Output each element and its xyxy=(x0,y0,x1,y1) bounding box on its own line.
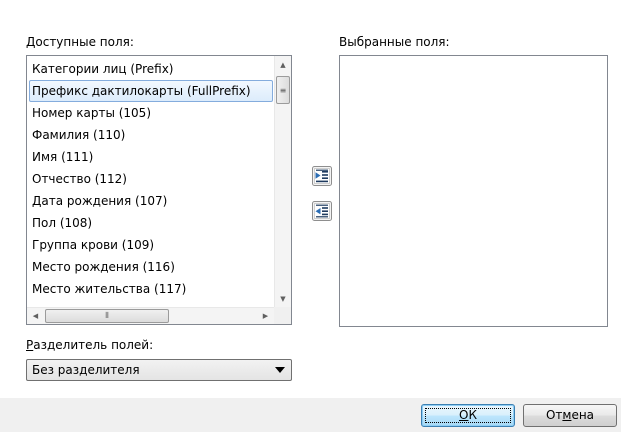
separator-dropdown-value: Без разделителя xyxy=(32,363,140,377)
list-item[interactable]: Имя (111) xyxy=(27,146,273,168)
vertical-scrollbar[interactable]: ▲ ≡ ▼ xyxy=(274,56,291,307)
scroll-down-icon[interactable]: ▼ xyxy=(275,290,291,307)
chevron-down-icon[interactable] xyxy=(275,367,285,373)
available-fields-items: Категории лиц (Prefix) Префикс дактилокар… xyxy=(27,58,273,306)
ok-button-rest: К xyxy=(468,408,477,422)
remove-field-button[interactable] xyxy=(311,200,333,222)
selected-fields-label: Выбранные поля: xyxy=(339,35,450,49)
list-item[interactable]: Пол (108) xyxy=(27,212,273,234)
cancel-button[interactable]: Отмена xyxy=(523,404,617,427)
add-field-icon xyxy=(312,166,332,186)
cancel-button-post: ена xyxy=(571,408,595,422)
list-item[interactable]: Место рождения (116) xyxy=(27,256,273,278)
available-fields-list[interactable]: Категории лиц (Prefix) Префикс дактилокар… xyxy=(26,55,292,325)
available-fields-label: Доступные поля: xyxy=(26,35,134,49)
list-item[interactable]: Группа крови (109) xyxy=(27,234,273,256)
vertical-scroll-thumb[interactable]: ≡ xyxy=(276,76,290,104)
selected-fields-list[interactable] xyxy=(339,55,608,327)
separator-dropdown[interactable]: Без разделителя xyxy=(26,359,292,381)
list-item[interactable]: Фамилия (110) xyxy=(27,124,273,146)
remove-field-icon xyxy=(312,201,332,221)
list-item[interactable]: Дата рождения (107) xyxy=(27,190,273,212)
horizontal-scroll-thumb[interactable]: ⦀ xyxy=(45,309,169,323)
scroll-corner xyxy=(274,307,291,324)
scroll-left-icon[interactable]: ◀ xyxy=(27,308,44,324)
cancel-button-pre: От xyxy=(545,408,563,422)
list-item[interactable]: Место жительства (117) xyxy=(27,278,273,300)
list-item[interactable]: Префикс дактилокарты (FullPrefix) xyxy=(29,80,273,102)
horizontal-scrollbar[interactable]: ◀ ⦀ ▶ xyxy=(27,307,274,324)
scroll-up-icon[interactable]: ▲ xyxy=(275,56,291,73)
separator-label: Разделитель полей: xyxy=(26,338,153,352)
separator-label-rest: азделитель полей: xyxy=(33,338,154,352)
add-field-button[interactable] xyxy=(311,165,333,187)
list-item[interactable]: Категории лиц (Prefix) xyxy=(27,58,273,80)
ok-button[interactable]: ОК xyxy=(421,404,515,427)
list-item[interactable]: Отчество (112) xyxy=(27,168,273,190)
scroll-right-icon[interactable]: ▶ xyxy=(257,308,274,324)
list-item[interactable]: Номер карты (105) xyxy=(27,102,273,124)
